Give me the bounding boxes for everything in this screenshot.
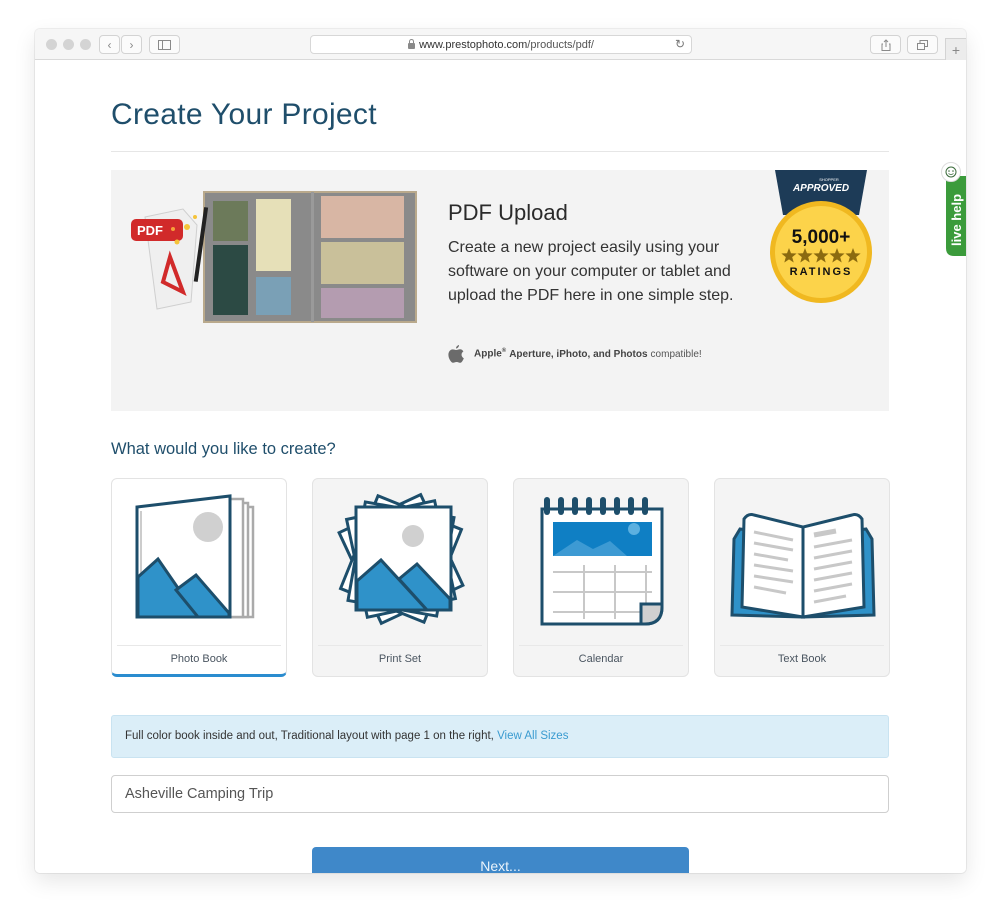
back-button[interactable]: ‹: [99, 35, 120, 54]
compat-apple: Apple: [474, 348, 502, 360]
product-options: Photo Book Print Set Calendar Text Book: [111, 478, 890, 677]
close-window-button[interactable]: [46, 39, 57, 50]
option-label: Calendar: [578, 653, 624, 665]
share-button[interactable]: [870, 35, 901, 54]
product-info-text: Full color book inside and out, Traditio…: [125, 730, 498, 742]
new-tab-button[interactable]: +: [945, 38, 966, 60]
sidebar-icon: [158, 39, 171, 50]
next-button[interactable]: Next...: [312, 847, 689, 873]
product-info-banner: Full color book inside and out, Traditio…: [111, 715, 889, 758]
url-domain: www.prestophoto.com: [419, 38, 528, 51]
page-title: Create Your Project: [111, 98, 377, 131]
compat-suffix: compatible!: [650, 348, 702, 360]
tabs-overview-button[interactable]: [907, 35, 938, 54]
badge-brand: APPROVED: [792, 183, 849, 194]
shopper-approved-badge[interactable]: APPROVED SHOPPER 5,000+ RATINGS: [767, 170, 875, 305]
option-print-set[interactable]: Print Set: [312, 478, 488, 677]
photo-book-icon: [135, 494, 255, 619]
browser-toolbar: ‹ › www.prestophoto.com/products/pdf/ ↻ …: [35, 29, 966, 60]
compat-products: Aperture, iPhoto, and Photos: [509, 348, 648, 360]
option-label: Text Book: [777, 653, 827, 665]
chevron-left-icon: ‹: [107, 37, 112, 52]
zoom-window-button[interactable]: [80, 39, 91, 50]
badge-label: RATINGS: [790, 266, 853, 278]
apple-compatibility-note: Apple® Aperture, iPhoto, and Photos comp…: [448, 345, 702, 363]
option-label: Print Set: [378, 653, 422, 665]
live-help-label: live help: [949, 194, 964, 246]
forward-button[interactable]: ›: [121, 35, 142, 54]
card-divider: [720, 645, 884, 646]
pdf-to-photobook-illustration: PDF: [131, 191, 417, 323]
create-question: What would you like to create?: [111, 440, 336, 458]
option-calendar[interactable]: Calendar: [513, 478, 689, 677]
badge-count: 5,000+: [792, 227, 851, 248]
hero-heading: PDF Upload: [448, 200, 568, 225]
lock-icon: [408, 38, 416, 49]
live-help-tab[interactable]: live help: [940, 162, 966, 256]
tabs-overview-icon: [917, 39, 928, 50]
apple-logo-icon: [448, 345, 464, 363]
title-divider: [111, 151, 889, 152]
hero-description: Create a new project easily using your s…: [448, 239, 734, 304]
page-content: Create Your Project PDF PDF Upload Creat…: [35, 60, 966, 873]
print-set-icon: [337, 492, 465, 626]
browser-window: ‹ › www.prestophoto.com/products/pdf/ ↻ …: [35, 29, 966, 873]
option-label: Photo Book: [170, 653, 228, 665]
text-book-icon: [730, 513, 876, 619]
svg-text:PDF: PDF: [137, 223, 163, 238]
view-all-sizes-link[interactable]: View All Sizes: [497, 730, 568, 742]
share-icon: [881, 38, 890, 51]
sidebar-button[interactable]: [149, 35, 180, 54]
option-photo-book[interactable]: Photo Book: [111, 478, 287, 677]
card-divider: [318, 645, 482, 646]
option-text-book[interactable]: Text Book: [714, 478, 890, 677]
minimize-window-button[interactable]: [63, 39, 74, 50]
pdf-upload-banner: PDF PDF Upload Create a new project easi…: [111, 170, 889, 411]
reload-icon[interactable]: ↻: [675, 37, 685, 51]
address-bar[interactable]: www.prestophoto.com/products/pdf/ ↻: [310, 35, 692, 54]
registered-mark: ®: [501, 348, 507, 355]
calendar-icon: [540, 497, 664, 626]
url-path: /products/pdf/: [527, 38, 594, 51]
project-name-input[interactable]: [111, 775, 889, 813]
chevron-right-icon: ›: [129, 37, 134, 52]
card-divider: [117, 645, 281, 646]
badge-brand-top: SHOPPER: [819, 177, 839, 182]
card-divider: [519, 645, 683, 646]
